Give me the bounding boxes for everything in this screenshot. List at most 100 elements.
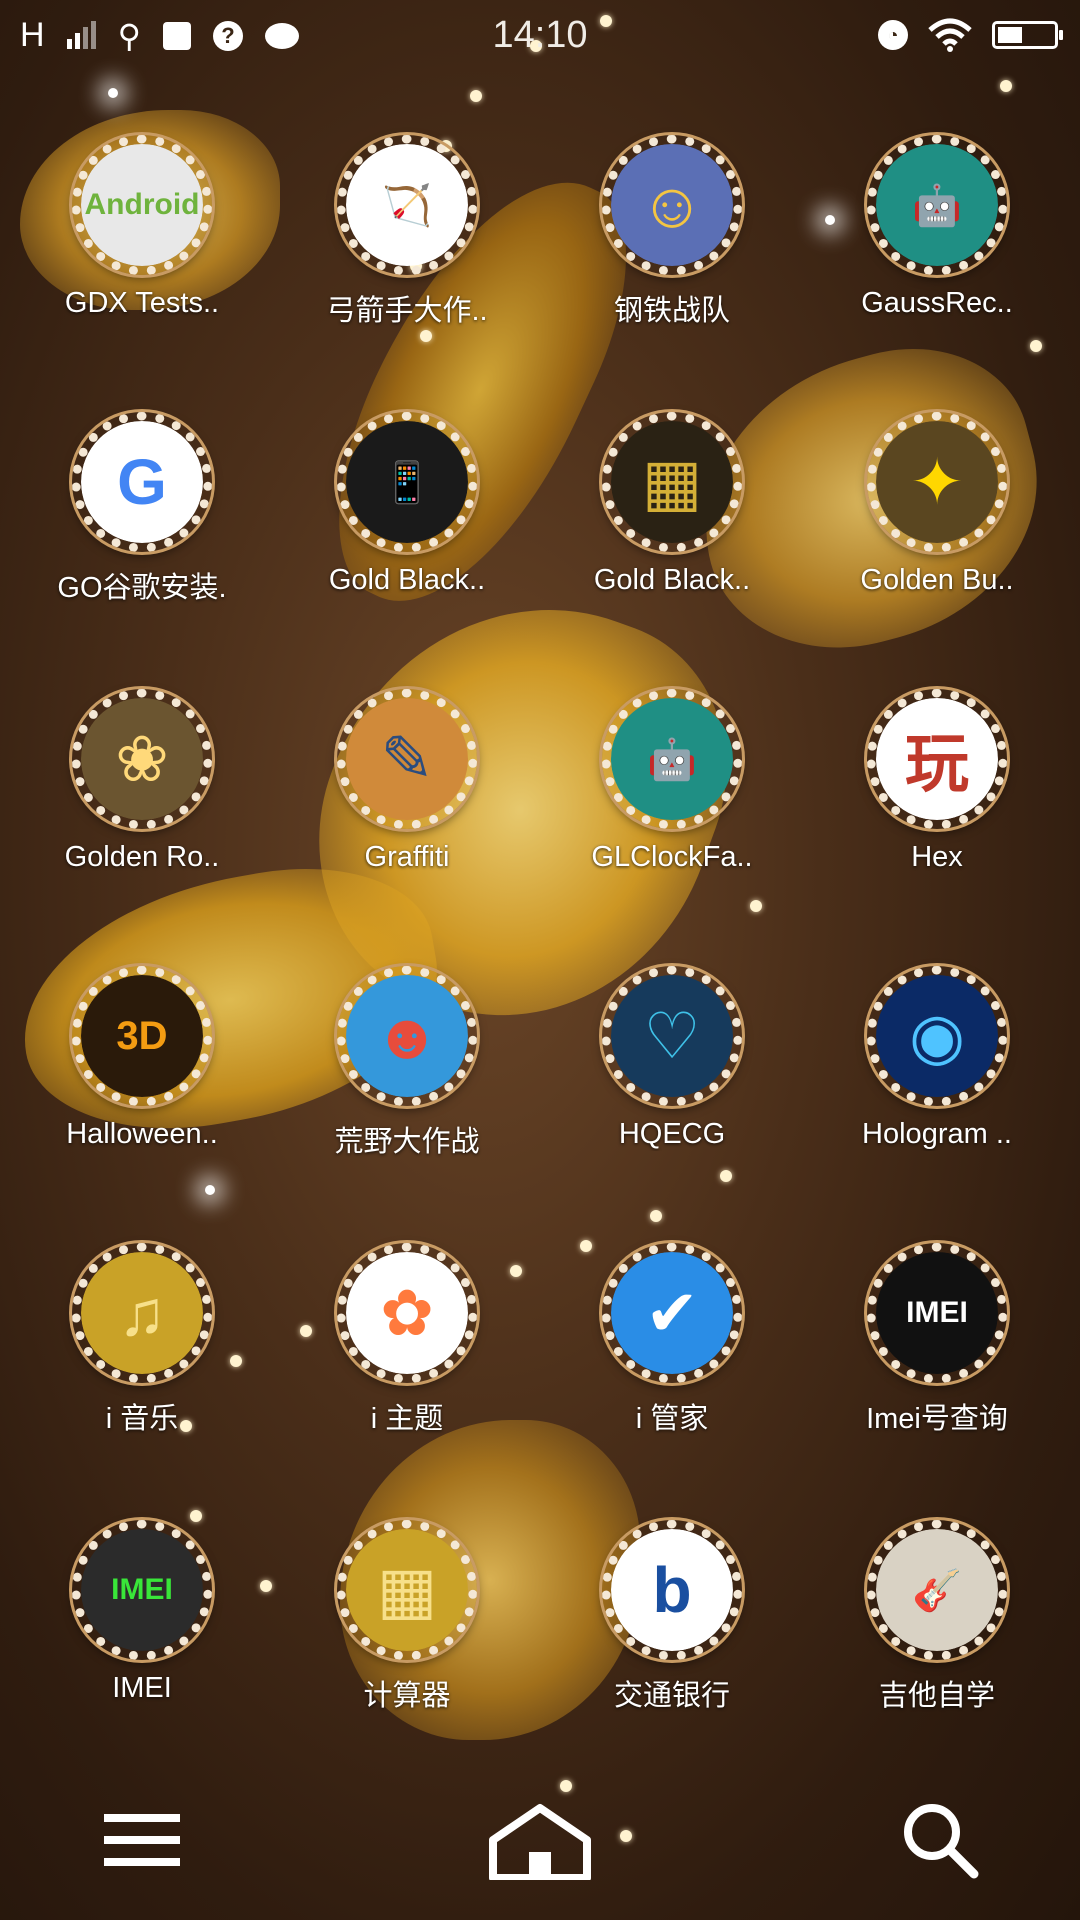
app-icon-glyph: ✎ xyxy=(346,698,468,820)
app-label: Imei号查询 xyxy=(866,1403,1008,1435)
app-label: 交通银行 xyxy=(613,1680,730,1712)
app-icon-glyph: IMEI xyxy=(876,1252,998,1374)
android-app-icon[interactable]: Android xyxy=(72,135,212,275)
app-label: 荒野大作战 xyxy=(334,1126,480,1158)
shield-check-icon[interactable]: ✔ xyxy=(602,1243,742,1383)
sparkle-decoration xyxy=(108,88,118,98)
app-shortcut[interactable]: 🎸 吉他自学 xyxy=(805,1515,1069,1755)
app-icon-glyph: G xyxy=(81,421,203,543)
app-shortcut[interactable]: ◉ Hologram .. xyxy=(805,961,1069,1201)
app-shortcut[interactable]: IMEI Imei号查询 xyxy=(805,1238,1069,1478)
guitar-icon[interactable]: 🎸 xyxy=(867,1520,1007,1660)
calculator-icon[interactable]: ▦ xyxy=(337,1520,477,1660)
bank-logo-icon[interactable]: b xyxy=(602,1520,742,1660)
app-shortcut[interactable]: ☺ 钢铁战队 xyxy=(540,130,804,370)
pearl-decoration xyxy=(1000,80,1012,92)
app-icon-glyph: 🏹 xyxy=(346,144,468,266)
google-go-icon[interactable]: G xyxy=(72,412,212,552)
app-icon-glyph: ▦ xyxy=(346,1529,468,1651)
app-shortcut[interactable]: ✔ i 管家 xyxy=(540,1238,804,1478)
imei-query-icon[interactable]: IMEI xyxy=(867,1243,1007,1383)
golden-butterfly-icon[interactable]: ✦ xyxy=(867,412,1007,552)
battery-icon xyxy=(992,21,1063,49)
app-label: Halloween.. xyxy=(66,1118,218,1150)
app-icon-glyph: ✔ xyxy=(611,1252,733,1374)
app-shortcut[interactable]: 🏹 弓箭手大作.. xyxy=(275,130,539,370)
hex-game-icon[interactable]: 玩 xyxy=(867,689,1007,829)
graffiti-icon[interactable]: ✎ xyxy=(337,689,477,829)
status-bar: H ⚲ ? 14:10 ◔ xyxy=(0,0,1080,72)
golden-rose-icon[interactable]: ❀ xyxy=(72,689,212,829)
app-label: Hologram .. xyxy=(862,1118,1012,1150)
app-shortcut[interactable]: 📱 Gold Black.. xyxy=(275,407,539,647)
theme-pinwheel-icon[interactable]: ✿ xyxy=(337,1243,477,1383)
menu-button[interactable] xyxy=(82,1790,202,1890)
app-label: Hex xyxy=(911,841,963,873)
halloween-theme-icon[interactable]: 3D xyxy=(72,966,212,1106)
app-shortcut[interactable]: ▦ Gold Black.. xyxy=(540,407,804,647)
search-button[interactable] xyxy=(880,1790,1000,1890)
app-icon-glyph: ♡ xyxy=(611,975,733,1097)
app-shortcut[interactable]: ▦ 计算器 xyxy=(275,1515,539,1755)
app-label: 吉他自学 xyxy=(878,1680,995,1712)
app-shortcut[interactable]: 🤖 GLClockFa.. xyxy=(540,684,804,924)
app-shortcut[interactable]: 玩 Hex xyxy=(805,684,1069,924)
app-shortcut[interactable]: IMEI IMEI xyxy=(10,1515,274,1755)
app-icon-glyph: 玩 xyxy=(876,698,998,820)
home-icon xyxy=(489,1804,591,1880)
app-icon-glyph: ▦ xyxy=(611,421,733,543)
app-icon-glyph: Android xyxy=(81,144,203,266)
app-label: Gold Black.. xyxy=(593,564,751,596)
app-shortcut[interactable]: ☻ 荒野大作战 xyxy=(275,961,539,1201)
hologram-icon[interactable]: ◉ xyxy=(867,966,1007,1106)
app-label: GLClockFa.. xyxy=(591,841,753,873)
pearl-decoration xyxy=(470,90,482,102)
android-robot-icon[interactable]: 🤖 xyxy=(602,689,742,829)
app-shortcut[interactable]: ❀ Golden Ro.. xyxy=(10,684,274,924)
heart-ecg-icon[interactable]: ♡ xyxy=(602,966,742,1106)
android-robot-icon[interactable]: 🤖 xyxy=(867,135,1007,275)
app-icon-glyph: 3D xyxy=(81,975,203,1097)
app-shortcut[interactable]: 3D Halloween.. xyxy=(10,961,274,1201)
app-label: GaussRec.. xyxy=(861,287,1013,319)
search-icon xyxy=(904,1804,979,1879)
app-label: 弓箭手大作.. xyxy=(326,295,488,327)
app-shortcut[interactable]: ✿ i 主题 xyxy=(275,1238,539,1478)
app-label: 计算器 xyxy=(363,1680,451,1712)
app-shortcut[interactable]: ♫ i 音乐 xyxy=(10,1238,274,1478)
imei-icon[interactable]: IMEI xyxy=(72,1520,212,1660)
app-icon-glyph: 📱 xyxy=(346,421,468,543)
app-shortcut[interactable]: b 交通银行 xyxy=(540,1515,804,1755)
music-note-icon[interactable]: ♫ xyxy=(72,1243,212,1383)
app-label: i 音乐 xyxy=(105,1403,179,1435)
app-shortcut[interactable]: ✎ Graffiti xyxy=(275,684,539,924)
app-icon-glyph: ✦ xyxy=(876,421,998,543)
app-icon-glyph: b xyxy=(611,1529,733,1651)
app-label: HQECG xyxy=(618,1118,726,1150)
app-icon-glyph: ✿ xyxy=(346,1252,468,1374)
hero-game-icon[interactable]: ☺ xyxy=(602,135,742,275)
home-button[interactable] xyxy=(480,1790,600,1890)
app-label: i 管家 xyxy=(635,1403,709,1435)
app-shortcut[interactable]: ♡ HQECG xyxy=(540,961,804,1201)
alarm-icon: ◔ xyxy=(878,20,908,50)
app-shortcut[interactable]: ✦ Golden Bu.. xyxy=(805,407,1069,647)
phone-theme-icon[interactable]: 📱 xyxy=(337,412,477,552)
app-shortcut[interactable]: 🤖 GaussRec.. xyxy=(805,130,1069,370)
app-label: IMEI xyxy=(112,1672,172,1704)
bottom-dock xyxy=(0,1750,1080,1920)
app-shortcut[interactable]: G GO谷歌安装. xyxy=(10,407,274,647)
menu-icon xyxy=(104,1814,180,1866)
app-icon-glyph: ☺ xyxy=(611,144,733,266)
app-icon-glyph: ☻ xyxy=(346,975,468,1097)
wild-battle-game-icon[interactable]: ☻ xyxy=(337,966,477,1106)
app-icon-glyph: 🤖 xyxy=(611,698,733,820)
wifi-icon xyxy=(928,18,972,52)
app-label: Golden Bu.. xyxy=(860,564,1014,596)
pearl-decoration xyxy=(650,1210,662,1222)
app-label: Gold Black.. xyxy=(328,564,486,596)
app-shortcut[interactable]: Android GDX Tests.. xyxy=(10,130,274,370)
bow-arrow-icon[interactable]: 🏹 xyxy=(337,135,477,275)
gold-theme-icon[interactable]: ▦ xyxy=(602,412,742,552)
app-label: GO谷歌安装. xyxy=(57,572,227,604)
